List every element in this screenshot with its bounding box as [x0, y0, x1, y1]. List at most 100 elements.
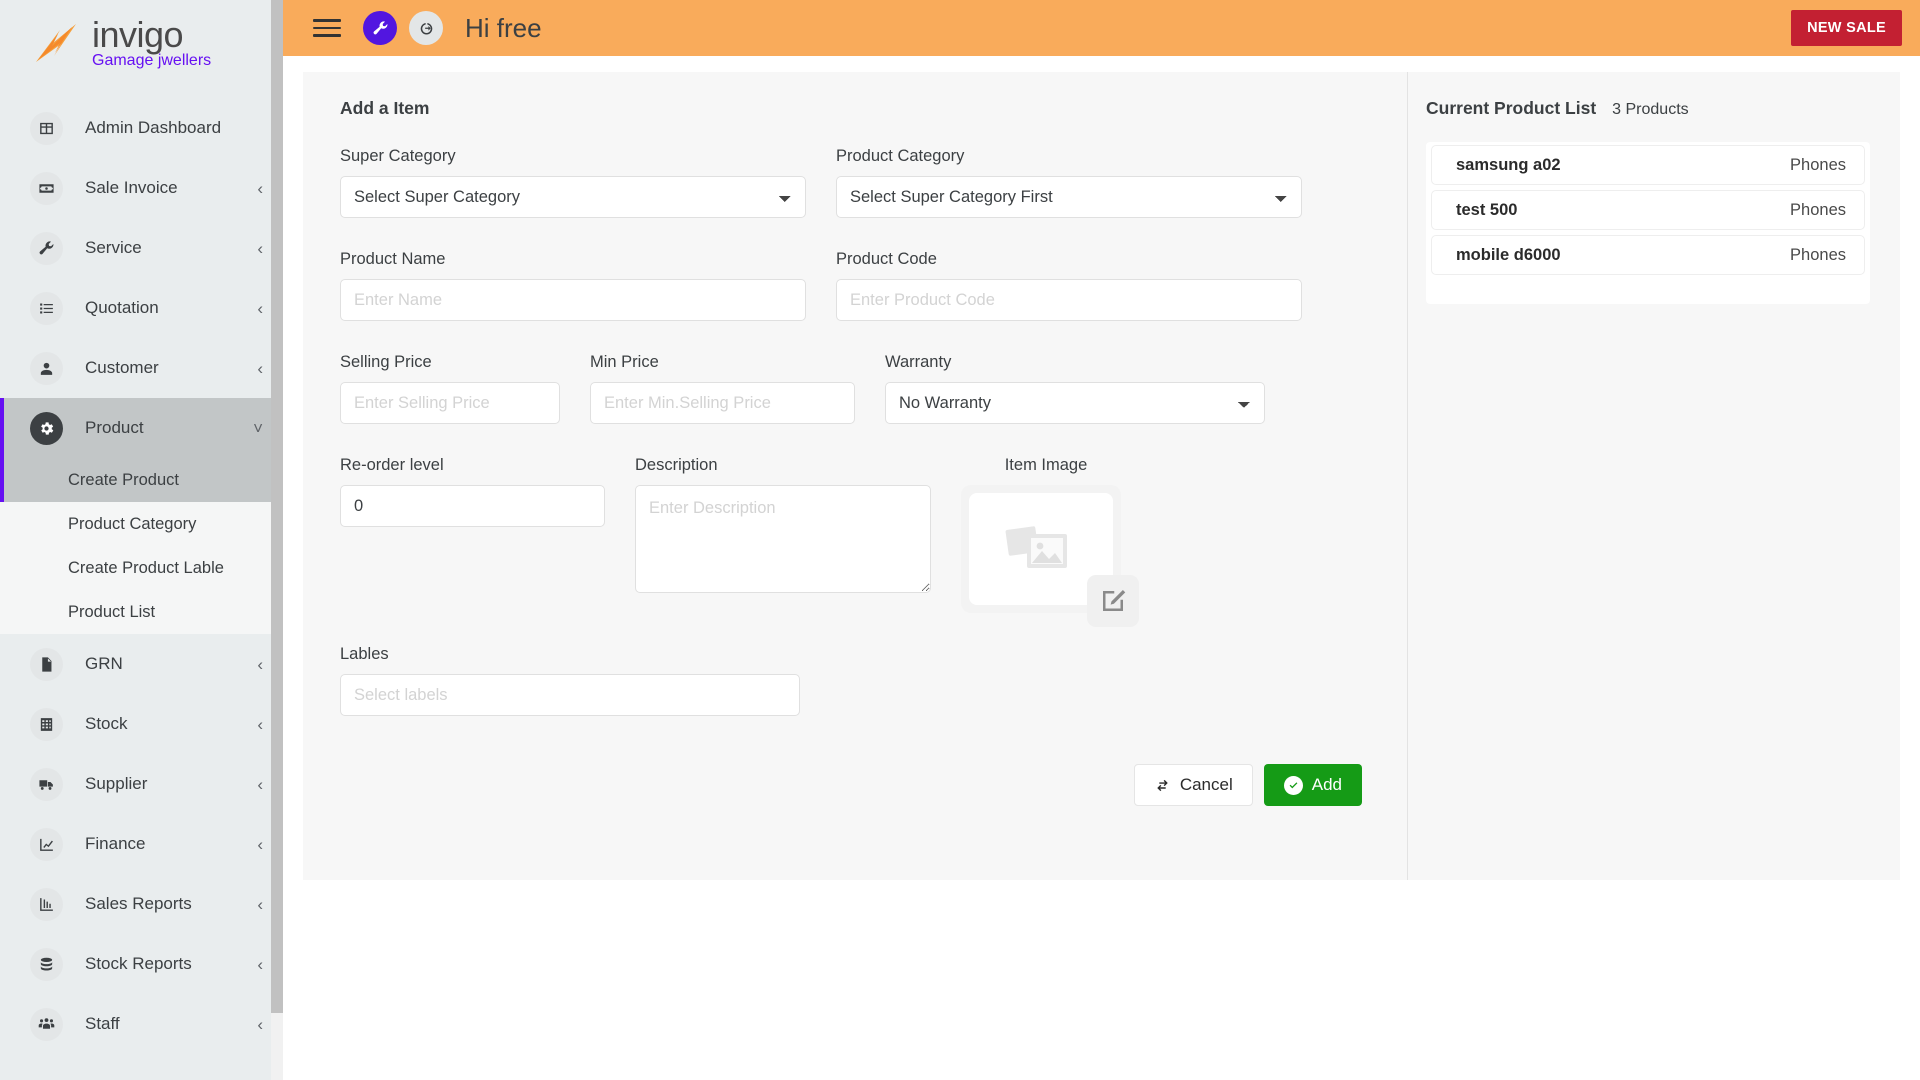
sidebar-scrollbar-track[interactable]	[271, 0, 283, 1080]
sidebar-item-customer[interactable]: Customer ‹	[0, 338, 283, 398]
product-list-item[interactable]: samsung a02 Phones	[1431, 145, 1865, 185]
product-list-item[interactable]: test 500 Phones	[1431, 190, 1865, 230]
greeting-text: Hi free	[465, 12, 542, 43]
chevron-icon: ‹	[257, 298, 263, 318]
sidebar-subitem-create-product[interactable]: Create Product	[0, 458, 283, 502]
sidebar-item-grn[interactable]: GRN ‹	[0, 634, 283, 694]
form-row-reorder-desc-image: Re-order level Description Item Image	[325, 456, 1377, 639]
chevron-icon: ‹	[257, 1014, 263, 1034]
product-name-input[interactable]	[340, 279, 806, 321]
sidebar-item-stock-reports[interactable]: Stock Reports ‹	[0, 934, 283, 994]
add-button[interactable]: Add	[1263, 764, 1362, 806]
sidebar-item-sales-reports[interactable]: Sales Reports ‹	[0, 874, 283, 934]
description-textarea[interactable]	[635, 485, 931, 593]
field-product-code: Product Code	[821, 250, 1317, 321]
sidebar-item-label: Sale Invoice	[85, 178, 178, 197]
current-product-list-panel: Current Product List 3 Products samsung …	[1408, 72, 1900, 880]
page-title: Add a Item	[340, 98, 430, 118]
reorder-level-label: Re-order level	[340, 456, 444, 474]
sidebar-subitem-create-product-lable[interactable]: Create Product Lable	[0, 546, 283, 590]
sidebar-item-staff[interactable]: Staff ‹	[0, 994, 283, 1054]
chevron-icon: ‹	[257, 654, 263, 674]
brand-tenant: Gamage jwellers	[92, 52, 212, 69]
line-chart-icon	[30, 827, 63, 861]
product-list-title: Current Product List	[1426, 98, 1597, 118]
sidebar-item-service[interactable]: Service ‹	[0, 218, 283, 278]
chevron-icon: ‹	[257, 894, 263, 914]
item-image-edit-button[interactable]	[1087, 575, 1139, 627]
sidebar-item-label: Customer	[85, 358, 159, 377]
product-list: samsung a02 Phones test 500 Phones mobil…	[1426, 142, 1870, 304]
lables-input[interactable]	[340, 674, 800, 716]
product-code-input[interactable]	[836, 279, 1302, 321]
new-sale-button[interactable]: NEW SALE	[1791, 10, 1902, 46]
sidebar-item-supplier[interactable]: Supplier ‹	[0, 754, 283, 814]
field-description: Description	[620, 456, 946, 613]
sidebar-item-label: Finance	[85, 834, 146, 853]
truck-icon	[30, 767, 63, 801]
sidebar-item-label: Product	[85, 418, 144, 437]
sidebar-subitem-product-category[interactable]: Product Category	[0, 502, 283, 546]
selling-price-input[interactable]	[340, 382, 560, 424]
field-reorder-level: Re-order level	[325, 456, 620, 613]
field-super-category: Super Category Select Super Category	[325, 147, 821, 218]
product-category-select[interactable]: Select Super Category First	[836, 176, 1302, 218]
sidebar-item-label: Stock Reports	[85, 954, 192, 973]
sidebar-item-sale-invoice[interactable]: Sale Invoice ‹	[0, 158, 283, 218]
sidebar-item-product[interactable]: Product ˅	[0, 398, 283, 458]
cancel-button[interactable]: Cancel	[1133, 764, 1253, 806]
field-product-category: Product Category Select Super Category F…	[821, 147, 1317, 218]
sidebar-item-quotation[interactable]: Quotation ‹	[0, 278, 283, 338]
money-bill-icon	[30, 171, 63, 205]
sidebar-item-finance[interactable]: Finance ‹	[0, 814, 283, 874]
super-category-select[interactable]: Select Super Category	[340, 176, 806, 218]
sidebar-item-label: Quotation	[85, 298, 159, 317]
warranty-label: Warranty	[885, 353, 952, 371]
field-lables: Lables	[325, 645, 815, 716]
dashboard-grid-icon	[30, 111, 63, 145]
item-image-dropzone[interactable]	[961, 485, 1139, 627]
chevron-icon: ‹	[257, 178, 263, 198]
sidebar-item-label: Stock	[85, 714, 128, 733]
min-price-label: Min Price	[590, 353, 659, 371]
sidebar-nav: Admin Dashboard Sale Invoice ‹ Service ‹	[0, 86, 283, 1054]
hamburger-menu-icon[interactable]	[313, 14, 341, 42]
brand-header[interactable]: invigo Gamage jwellers	[0, 0, 283, 86]
sidebar-subitem-product-list[interactable]: Product List	[0, 590, 283, 634]
gear-icon	[30, 411, 63, 445]
description-label: Description	[635, 456, 718, 474]
sidebar-submenu-product: Create Product Product Category Create P…	[0, 458, 283, 634]
field-item-image: Item Image	[946, 456, 1146, 627]
item-image-label: Item Image	[1004, 456, 1088, 474]
product-category: Phones	[1790, 245, 1846, 264]
wrench-icon	[30, 231, 63, 265]
product-list-item[interactable]: mobile d6000 Phones	[1431, 235, 1865, 275]
sidebar-item-stock[interactable]: Stock ‹	[0, 694, 283, 754]
min-price-input[interactable]	[590, 382, 855, 424]
product-list-count: 3 Products	[1612, 101, 1689, 118]
logout-button[interactable]	[409, 11, 443, 45]
form-row-name-code: Product Name Product Code	[325, 250, 1377, 347]
list-icon	[30, 291, 63, 325]
bar-chart-icon	[30, 887, 63, 921]
chevron-down-icon: ˅	[253, 418, 263, 438]
sidebar-scrollbar-thumb[interactable]	[271, 0, 283, 1013]
reorder-level-input[interactable]	[340, 485, 605, 527]
app-root: invigo Gamage jwellers Admin Dashboard S…	[0, 0, 1920, 1080]
database-icon	[30, 947, 63, 981]
product-code-label: Product Code	[836, 250, 937, 268]
product-category: Phones	[1790, 155, 1846, 174]
product-category-label: Product Category	[836, 147, 965, 165]
warranty-select[interactable]: No Warranty	[885, 382, 1265, 424]
main-area: Hi free NEW SALE Add a Item Super Catego…	[283, 0, 1920, 1080]
sidebar-item-admin-dashboard[interactable]: Admin Dashboard	[0, 98, 283, 158]
brand-name: invigo	[92, 14, 184, 55]
page-content: Add a Item Super Category Select Super C…	[283, 56, 1920, 1080]
sidebar-subitem-label: Create Product	[68, 470, 179, 489]
chevron-icon: ‹	[257, 358, 263, 378]
sidebar-item-label: Staff	[85, 1014, 120, 1033]
settings-wrench-button[interactable]	[363, 11, 397, 45]
product-name: samsung a02	[1456, 155, 1561, 174]
chevron-icon: ‹	[257, 834, 263, 854]
sidebar-subitem-label: Create Product Lable	[68, 558, 224, 577]
